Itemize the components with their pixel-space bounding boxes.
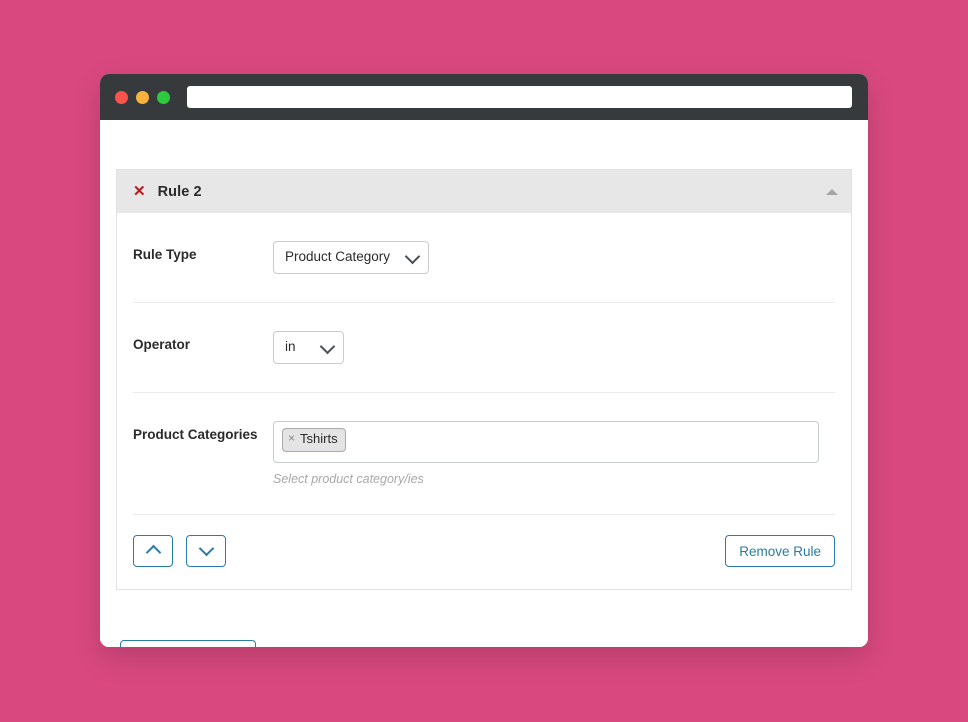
rule-footer: Remove Rule — [133, 515, 835, 589]
rule-title: Rule 2 — [157, 183, 202, 200]
remove-rule-button[interactable]: Remove Rule — [725, 534, 835, 567]
rule-body: Rule Type Product Category Operator in P… — [117, 213, 851, 589]
move-rule-down-button[interactable] — [186, 534, 226, 567]
product-categories-label: Product Categories — [133, 426, 258, 442]
rule-type-control: Product Category — [273, 241, 835, 274]
rule-type-label: Rule Type — [133, 247, 197, 262]
rule-header: ✕ Rule 2 — [117, 170, 851, 213]
operator-row: Operator in — [133, 303, 835, 393]
triangle-up-icon[interactable] — [826, 188, 838, 195]
rule-type-select[interactable]: Product Category — [273, 241, 429, 274]
product-categories-multiselect[interactable]: × Tshirts — [273, 420, 819, 463]
chevron-up-icon — [145, 544, 161, 561]
window-controls — [115, 90, 170, 104]
move-rule-up-button[interactable] — [133, 534, 173, 567]
browser-window: ✕ Rule 2 Rule Type Product Category Oper… — [100, 74, 868, 647]
remove-token-icon[interactable]: × — [288, 431, 295, 447]
chevron-down-icon — [198, 540, 214, 557]
close-icon[interactable]: ✕ — [133, 184, 146, 199]
category-token[interactable]: × Tshirts — [282, 427, 346, 452]
add-another-rule-button[interactable]: Add Another Rule — [120, 640, 256, 647]
page-content: ✕ Rule 2 Rule Type Product Category Oper… — [100, 120, 868, 647]
product-categories-row: Product Categories × Tshirts Select prod… — [133, 393, 835, 515]
browser-titlebar — [100, 74, 868, 120]
category-token-label: Tshirts — [300, 430, 338, 446]
close-window-dot[interactable] — [115, 90, 128, 104]
rule-card: ✕ Rule 2 Rule Type Product Category Oper… — [116, 169, 852, 590]
operator-label: Operator — [133, 336, 191, 352]
operator-select[interactable]: in — [273, 330, 344, 364]
product-categories-control: × Tshirts Select product category/ies — [273, 420, 835, 486]
operator-control: in — [273, 330, 835, 364]
rule-type-select-wrapper: Product Category — [273, 241, 429, 274]
operator-select-wrapper: in — [273, 330, 344, 364]
maximize-window-dot[interactable] — [157, 90, 170, 104]
minimize-window-dot[interactable] — [136, 90, 149, 104]
rule-type-row: Rule Type Product Category — [133, 213, 835, 303]
address-bar-input[interactable] — [187, 86, 852, 108]
product-categories-helper-text: Select product category/ies — [273, 471, 424, 486]
